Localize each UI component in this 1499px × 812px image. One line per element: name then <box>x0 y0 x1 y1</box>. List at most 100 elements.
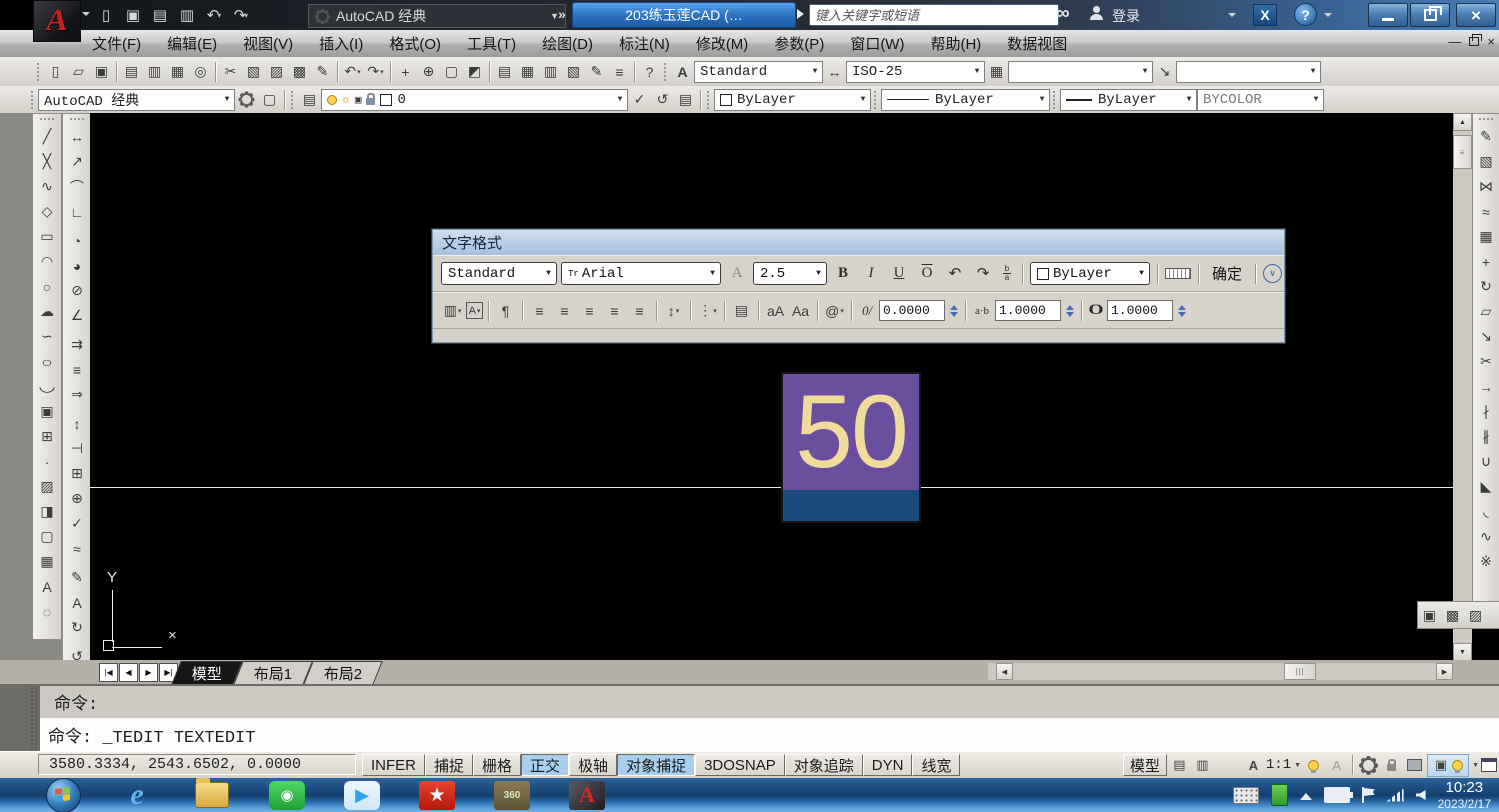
hardware-acceleration-icon[interactable] <box>1404 755 1425 775</box>
tab-layout2[interactable]: 布局2 <box>304 661 384 685</box>
copy-button[interactable]: ▧ <box>1475 149 1497 174</box>
ordinate-dimension-button[interactable]: ∟ <box>66 199 88 224</box>
toolbar-lock-icon[interactable] <box>1381 755 1402 775</box>
paste-block-button[interactable]: ▩ <box>288 61 311 83</box>
gradient-button[interactable]: ◨ <box>36 499 58 524</box>
help-button[interactable]: ? <box>638 61 661 83</box>
chevron-down-icon[interactable]: ▼ <box>1134 269 1149 278</box>
spline-button[interactable]: ∽ <box>36 324 58 349</box>
redo-button[interactable]: ↷▾ <box>364 61 387 83</box>
chevron-down-icon[interactable]: ▼ <box>1138 67 1152 76</box>
menu-tools[interactable]: 工具(T) <box>467 33 516 54</box>
keyboard-tray-icon[interactable] <box>1233 787 1259 804</box>
dialog-titlebar[interactable]: 文字格式 <box>433 230 1284 255</box>
jogged-linear-button[interactable]: ≈ <box>66 536 88 561</box>
numbering-button[interactable]: ⋮▾ <box>696 300 719 322</box>
layer-properties-icon[interactable]: ▤ <box>298 89 321 111</box>
menu-insert[interactable]: 插入(I) <box>319 33 363 54</box>
paragraph-button[interactable]: ¶ <box>494 300 517 322</box>
plot-preview-button[interactable]: ▥ <box>143 61 166 83</box>
bring-to-front-button[interactable]: ▣ <box>1418 604 1441 626</box>
trim-button[interactable]: ✂ <box>1475 349 1497 374</box>
inspect-button[interactable]: ✓ <box>66 511 88 536</box>
toggle-polar[interactable]: 极轴 <box>569 754 617 776</box>
oblique-angle-input[interactable] <box>879 300 945 321</box>
dimension-break-button[interactable]: ⊣ <box>66 436 88 461</box>
width-factor-spinner[interactable] <box>1175 300 1188 321</box>
workspace-settings-icon[interactable] <box>235 89 258 111</box>
rectangle-button[interactable]: ▭ <box>36 224 58 249</box>
login-dropdown-icon[interactable] <box>1228 13 1236 21</box>
save-button[interactable]: ▣ <box>90 61 113 83</box>
make-block-button[interactable]: ⊞ <box>36 424 58 449</box>
stretch-button[interactable]: ↘ <box>1475 324 1497 349</box>
align-center-button[interactable]: ≡ <box>553 300 576 322</box>
power-tray-icon[interactable] <box>1324 787 1350 803</box>
color-combo[interactable]: ByLayer ▼ <box>714 89 871 111</box>
line-spacing-dropdown-icon[interactable]: ▾ <box>676 307 680 315</box>
chevron-down-icon[interactable]: ▼ <box>541 269 556 278</box>
chevron-down-icon[interactable]: ▼ <box>811 269 826 278</box>
table-style-icon[interactable]: ▦ <box>985 61 1008 83</box>
chevron-down-icon[interactable]: ▼ <box>1309 95 1323 104</box>
prev-tab-button[interactable]: ◀ <box>119 663 138 682</box>
chevron-down-icon[interactable]: ▼ <box>705 269 720 278</box>
join-button[interactable]: ∪ <box>1475 449 1497 474</box>
scroll-down-button[interactable]: ▼ <box>1453 643 1472 661</box>
layer-plot-icon[interactable]: ▣ <box>355 93 362 107</box>
bring-above-objects-button[interactable]: ▨ <box>1464 604 1487 626</box>
angular-dimension-button[interactable]: ∠ <box>66 303 88 328</box>
dimension-text-edit-button[interactable]: A <box>66 590 88 615</box>
toggle-infer[interactable]: INFER <box>362 754 425 776</box>
toggle-otrack[interactable]: 对象追踪 <box>785 754 863 776</box>
columns-button[interactable]: ▥▾ <box>441 300 464 322</box>
scroll-up-button[interactable]: ▲ <box>1453 113 1472 131</box>
command-input[interactable]: 命令: _TEDIT TEXTEDIT <box>40 719 1499 751</box>
extend-button[interactable]: → <box>1475 374 1497 399</box>
menu-view[interactable]: 视图(V) <box>243 33 293 54</box>
toolbar-grip[interactable] <box>663 62 667 82</box>
undo-button[interactable]: ↶▾ <box>202 4 226 26</box>
linetype-combo[interactable]: ByLayer ▼ <box>881 89 1050 111</box>
layer-previous-button[interactable]: ↺ <box>651 89 674 111</box>
ie-taskbar-button[interactable]: e <box>112 779 162 811</box>
menu-file[interactable]: 文件(F) <box>92 33 141 54</box>
diameter-dimension-button[interactable]: ⊘ <box>66 278 88 303</box>
toolbar-grip[interactable] <box>36 62 40 82</box>
publish-button[interactable]: ▦ <box>166 61 189 83</box>
break-at-point-button[interactable]: ∤ <box>1475 399 1497 424</box>
markup-set-manager-button[interactable]: ✎ <box>585 61 608 83</box>
arc-button[interactable]: ◠ <box>36 249 58 274</box>
user-icon[interactable] <box>1090 6 1104 20</box>
uppercase-button[interactable]: aA <box>764 300 787 322</box>
offset-button[interactable]: ≈ <box>1475 199 1497 224</box>
redo-dropdown-icon[interactable]: ▾ <box>380 68 384 76</box>
chevron-down-icon[interactable]: ▼ <box>1294 762 1301 769</box>
options-button[interactable]: ∨ <box>1263 264 1282 283</box>
qnew-button[interactable]: ▯ <box>94 4 118 26</box>
application-status-icon[interactable]: ▣ <box>1433 755 1449 775</box>
drawing-canvas[interactable]: Y × 50 <box>90 113 1453 660</box>
toolbar-grip[interactable] <box>69 117 85 122</box>
sheet-set-manager-button[interactable]: ▧ <box>562 61 585 83</box>
autoscale-icon[interactable]: A <box>1326 755 1347 775</box>
chevron-down-icon[interactable]: ▼ <box>220 95 234 104</box>
help-icon[interactable]: ? <box>1294 3 1317 26</box>
toolbar-grip[interactable] <box>39 117 55 122</box>
region-button[interactable]: ▢ <box>36 524 58 549</box>
multiline-text-button[interactable]: A <box>36 574 58 599</box>
isolate-objects-icon[interactable] <box>1452 760 1463 771</box>
search-input[interactable] <box>809 4 1059 26</box>
toggle-3dosnap[interactable]: 3DOSNAP <box>695 754 785 776</box>
coordinates-display[interactable]: 3580.3334, 2543.6502, 0.0000 <box>38 754 356 775</box>
construction-line-button[interactable]: ╳ <box>36 149 58 174</box>
explorer-taskbar-button[interactable] <box>187 779 237 811</box>
dimension-update-button[interactable]: ↻ <box>66 615 88 640</box>
dimension-edit-button[interactable]: ✎ <box>66 565 88 590</box>
scroll-right-button[interactable]: ▶ <box>1436 663 1453 680</box>
paste-button[interactable]: ▨ <box>265 61 288 83</box>
chevron-down-icon[interactable]: ▼ <box>856 95 870 104</box>
menu-draw[interactable]: 绘图(D) <box>542 33 593 54</box>
workspaces-combo[interactable]: AutoCAD 经典▼ <box>38 89 235 111</box>
dim-style-combo[interactable]: ISO-25▼ <box>846 61 985 83</box>
